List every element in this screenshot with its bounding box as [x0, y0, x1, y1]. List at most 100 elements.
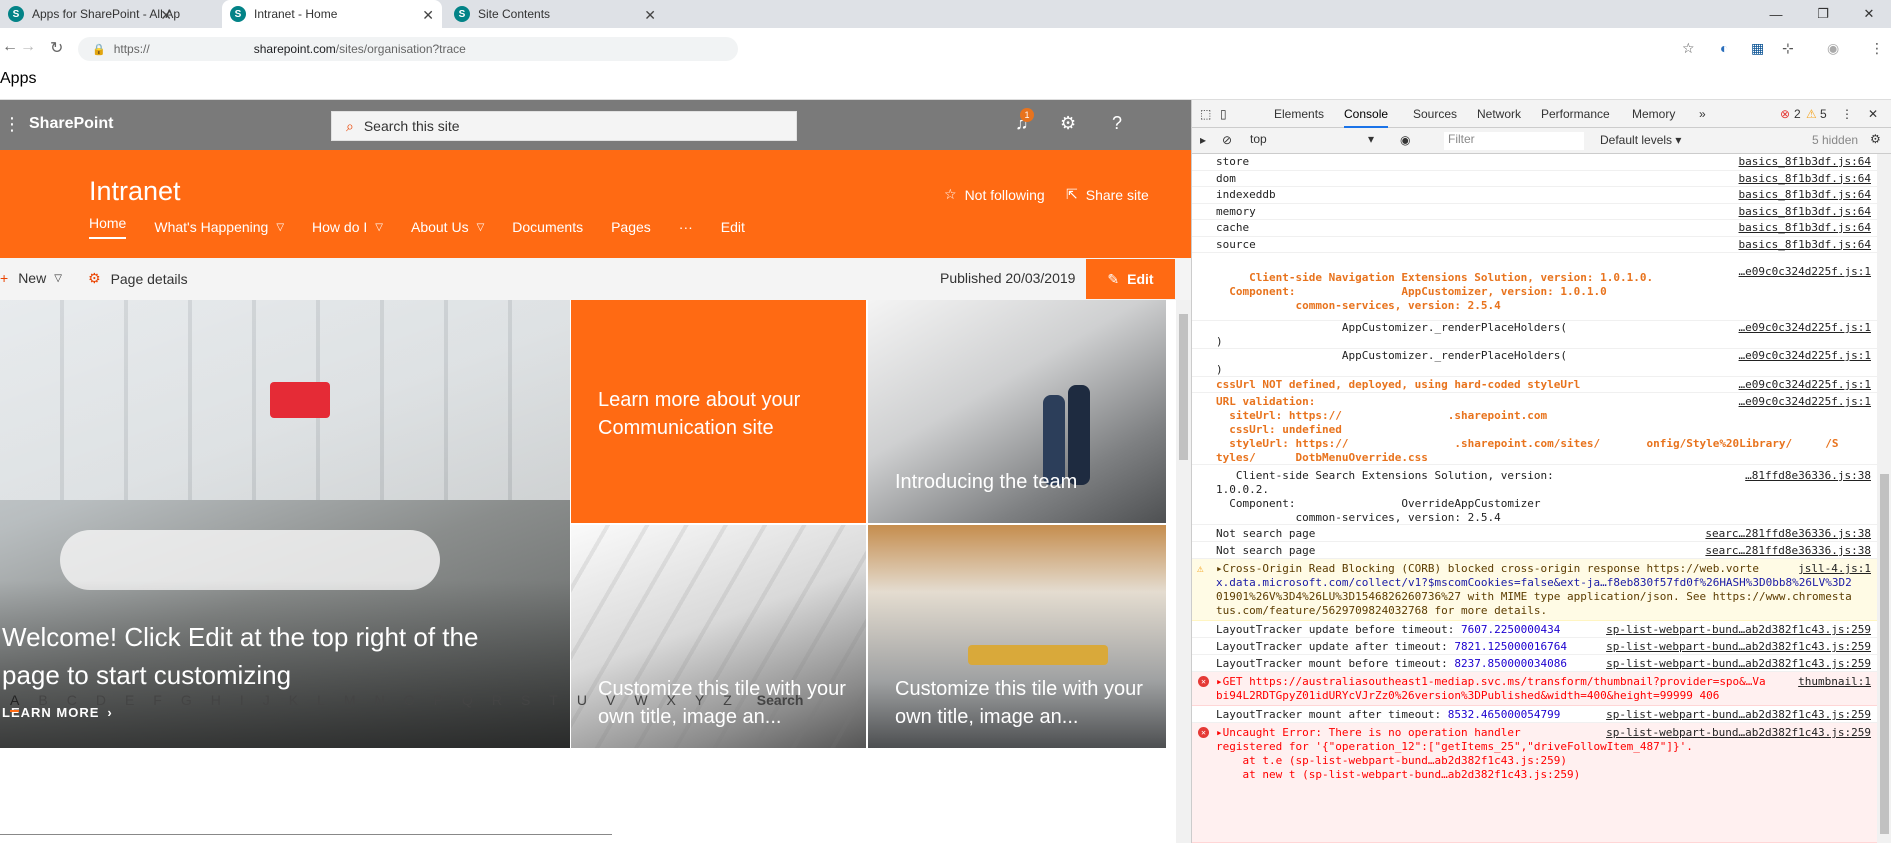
alphabet-letter-r[interactable]: R	[492, 692, 502, 712]
alphabet-letter-p[interactable]: P	[434, 692, 443, 712]
source-link[interactable]: …81ffd8e36336.js:38	[1745, 469, 1871, 482]
source-link[interactable]: searc…281ffd8e36336.js:38	[1705, 527, 1871, 540]
site-title[interactable]: Intranet	[89, 176, 181, 207]
hero-main-tile[interactable]: Welcome! Click Edit at the top right of …	[0, 300, 570, 748]
alphabet-letter-q[interactable]: Q	[462, 692, 473, 712]
alphabet-letter-k[interactable]: K	[289, 692, 298, 712]
source-link[interactable]: …e09c0c324d225f.js:1	[1739, 395, 1871, 408]
nav-item-pages[interactable]: Pages	[611, 215, 651, 239]
reload-icon[interactable]: ↻	[50, 38, 63, 58]
tab-sources[interactable]: Sources	[1413, 107, 1457, 121]
message-line[interactable]: ▸Cross-Origin Read Blocking (CORB) block…	[1216, 562, 1759, 576]
console-settings-gear-icon[interactable]: ⚙	[1870, 132, 1881, 146]
browser-menu-icon[interactable]: ⋮	[1870, 40, 1884, 57]
nav-item-about-us[interactable]: About Us ▽	[411, 215, 484, 239]
minimize-window-button[interactable]: —	[1754, 0, 1798, 28]
device-toolbar-icon[interactable]: ▯	[1220, 107, 1227, 121]
browser-tab-apps[interactable]: S Apps for SharePoint - All Apps ✕	[0, 0, 180, 28]
close-devtools-icon[interactable]: ✕	[1868, 107, 1878, 121]
help-icon[interactable]: ?	[1112, 113, 1122, 134]
clear-console-icon[interactable]: ⊘	[1222, 133, 1232, 147]
nav-item-whats-happening[interactable]: What's Happening ▽	[154, 215, 284, 239]
alphabet-letter-f[interactable]: F	[153, 692, 162, 712]
sharepoint-brand[interactable]: SharePoint	[29, 115, 113, 133]
alphabet-letter-m[interactable]: M	[344, 692, 356, 712]
nav-item-home[interactable]: Home	[89, 215, 127, 239]
message-line[interactable]: ▸GET https://australiasoutheast1-mediap.…	[1216, 675, 1766, 689]
forward-arrow-icon[interactable]: →	[20, 38, 36, 56]
page-scrollbar[interactable]	[1176, 300, 1191, 843]
alphabet-letter-c[interactable]: C	[67, 692, 77, 712]
alphabet-letter-b[interactable]: B	[38, 692, 47, 712]
sidebar-toggle-icon[interactable]: ▸	[1200, 133, 1206, 147]
alphabet-letter-n[interactable]: N	[375, 692, 385, 712]
source-link[interactable]: basics_8f1b3df.js:64	[1739, 221, 1871, 234]
source-link[interactable]: sp-list-webpart-bund…ab2d382f1c43.js:259	[1606, 623, 1871, 636]
page-details-button[interactable]: ⚙ Page details	[88, 270, 188, 287]
source-link[interactable]: …e09c0c324d225f.js:1	[1739, 265, 1871, 278]
extension-crop-icon[interactable]: ⊹	[1782, 40, 1794, 57]
source-link[interactable]: basics_8f1b3df.js:64	[1739, 155, 1871, 168]
hero-tile-custom-1[interactable]: Customize this tile with your own title,…	[571, 525, 866, 748]
source-link[interactable]: thumbnail:1	[1798, 675, 1871, 688]
source-link[interactable]: searc…281ffd8e36336.js:38	[1705, 544, 1871, 557]
source-link[interactable]: …e09c0c324d225f.js:1	[1739, 378, 1871, 391]
close-tab-icon[interactable]: ✕	[160, 7, 172, 24]
hero-tile-team[interactable]: Introducing the team	[868, 300, 1166, 523]
alphabet-letter-h[interactable]: H	[211, 692, 221, 712]
inspect-element-icon[interactable]: ⬚	[1200, 107, 1211, 121]
new-button[interactable]: + New ▽	[0, 270, 62, 286]
console-scrollbar[interactable]	[1877, 154, 1891, 843]
alphabet-letter-i[interactable]: I	[240, 692, 244, 712]
nav-item-documents[interactable]: Documents	[512, 215, 583, 239]
log-levels-dropdown[interactable]: Default levels ▾	[1600, 133, 1681, 147]
alphabet-letter-z[interactable]: Z	[723, 692, 732, 712]
more-tabs-button[interactable]: »	[1699, 107, 1706, 121]
scrollbar-thumb[interactable]	[1880, 474, 1889, 834]
alphabet-letter-v[interactable]: V	[606, 692, 615, 712]
tab-elements[interactable]: Elements	[1274, 107, 1324, 121]
tab-console[interactable]: Console	[1344, 107, 1389, 128]
source-link[interactable]: …e09c0c324d225f.js:1	[1739, 349, 1871, 362]
alphabet-letter-d[interactable]: D	[96, 692, 106, 712]
source-link[interactable]: basics_8f1b3df.js:64	[1739, 172, 1871, 185]
source-link[interactable]: jsll-4.js:1	[1798, 562, 1871, 575]
source-link[interactable]: sp-list-webpart-bund…ab2d382f1c43.js:259	[1606, 708, 1871, 721]
close-tab-icon[interactable]: ✕	[644, 7, 656, 24]
source-link[interactable]: basics_8f1b3df.js:64	[1739, 188, 1871, 201]
alphabet-letter-a[interactable]: A	[10, 692, 20, 712]
alphabet-letter-o[interactable]: O	[404, 692, 415, 712]
browser-tab-site-contents[interactable]: S Site Contents ✕	[446, 0, 664, 28]
warning-count-icon[interactable]: ⚠	[1806, 107, 1817, 121]
alphabet-letter-t[interactable]: T	[549, 692, 558, 712]
alphabet-search-button[interactable]: Search	[757, 692, 804, 712]
browser-tab-intranet-home[interactable]: S Intranet - Home ✕	[222, 0, 442, 28]
extension-icon[interactable]: ◐	[1720, 40, 1728, 56]
app-launcher-icon[interactable]: ⋮	[3, 114, 21, 135]
source-link[interactable]: sp-list-webpart-bund…ab2d382f1c43.js:259	[1606, 657, 1871, 670]
extension-grid-icon[interactable]: ▦	[1751, 40, 1764, 57]
nav-more-button[interactable]: ···	[679, 215, 693, 239]
bookmark-star-icon[interactable]: ☆	[1682, 40, 1695, 57]
source-link[interactable]: basics_8f1b3df.js:64	[1739, 205, 1871, 218]
back-arrow-icon[interactable]: ←	[2, 38, 18, 56]
share-site-button[interactable]: ⇱ Share site	[1066, 186, 1149, 203]
devtools-menu-icon[interactable]: ⋮	[1841, 107, 1853, 121]
tab-network[interactable]: Network	[1477, 107, 1521, 121]
alphabet-letter-y[interactable]: Y	[695, 692, 704, 712]
error-count-icon[interactable]: ⊗	[1780, 107, 1790, 121]
follow-button[interactable]: ☆ Not following	[944, 186, 1045, 203]
alphabet-letter-j[interactable]: J	[263, 692, 270, 712]
live-expression-eye-icon[interactable]: ◉	[1400, 133, 1410, 147]
tab-performance[interactable]: Performance	[1541, 107, 1610, 121]
tab-memory[interactable]: Memory	[1632, 107, 1675, 121]
scrollbar-thumb[interactable]	[1179, 314, 1188, 460]
context-select[interactable]: top ▾	[1246, 132, 1376, 150]
source-link[interactable]: …e09c0c324d225f.js:1	[1739, 321, 1871, 334]
close-window-button[interactable]: ✕	[1847, 0, 1891, 28]
message-line[interactable]: ▸Uncaught Error: There is no operation h…	[1216, 726, 1521, 740]
alphabet-letter-e[interactable]: E	[125, 692, 134, 712]
source-link[interactable]: sp-list-webpart-bund…ab2d382f1c43.js:259	[1606, 640, 1871, 653]
alphabet-letter-w[interactable]: W	[634, 692, 647, 712]
alphabet-letter-s[interactable]: S	[521, 692, 530, 712]
